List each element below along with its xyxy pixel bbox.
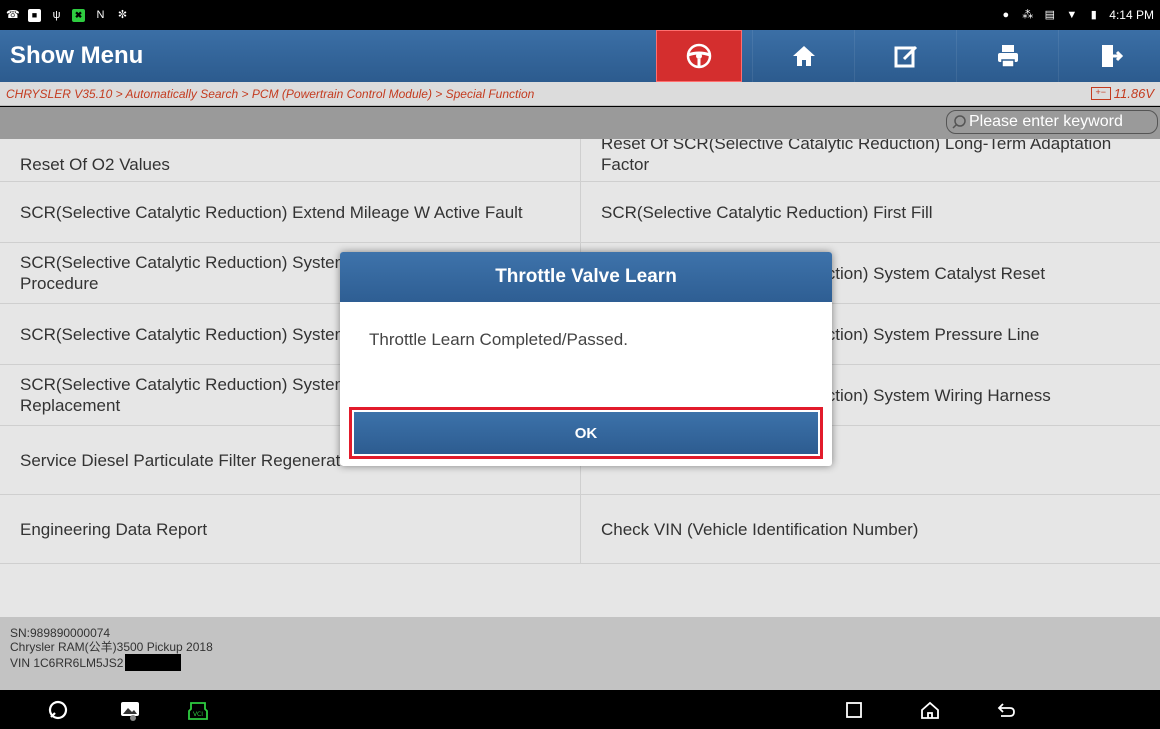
function-item[interactable]: Check VIN (Vehicle Identification Number…: [580, 495, 1160, 563]
edit-report-button[interactable]: [854, 30, 956, 82]
gallery-icon: ■: [28, 8, 41, 22]
vin-number: VIN 1C6RR6LM5JS2: [10, 655, 124, 670]
breadcrumb-path: CHRYSLER V35.10 > Automatically Search >…: [6, 86, 535, 101]
status-time: 4:14 PM: [1109, 8, 1154, 22]
exit-button[interactable]: [1058, 30, 1160, 82]
search-placeholder: Please enter keyword: [969, 113, 1123, 130]
print-button[interactable]: [956, 30, 1058, 82]
edit-report-icon: [894, 45, 917, 68]
settings-icon: ✼: [117, 8, 128, 21]
vin-row: VIN 1C6RR6LM5JS2: [10, 654, 1160, 671]
search-input[interactable]: Please enter keyword: [946, 110, 1158, 134]
browser-icon: [48, 700, 68, 720]
recents-icon: [846, 702, 862, 718]
home-icon: [792, 46, 815, 66]
vibrate-icon: ▤: [1044, 8, 1055, 21]
vci-icon: VCI: [188, 702, 208, 720]
navigation-bar: VCI: [0, 690, 1160, 729]
usb-icon: ψ: [52, 8, 61, 21]
status-left-icons: ☎ ■ ψ ✖ N ✼: [6, 8, 129, 22]
ok-button[interactable]: OK: [354, 412, 818, 454]
vci-button[interactable]: VCI: [186, 699, 210, 721]
nfc-icon: N: [96, 8, 105, 21]
status-bar: ☎ ■ ψ ✖ N ✼ ● ⁂ ▤ ▼ ▮ 4:14 PM: [0, 0, 1160, 30]
status-right-icons: ● ⁂ ▤ ▼ ▮ 4:14 PM: [999, 8, 1154, 22]
function-item[interactable]: SCR(Selective Catalytic Reduction) Exten…: [0, 182, 580, 242]
browser-button[interactable]: [46, 699, 70, 721]
table-row: Engineering Data Report Check VIN (Vehic…: [0, 495, 1160, 564]
page-title: Show Menu: [10, 42, 144, 69]
throttle-learn-dialog: Throttle Valve Learn Throttle Learn Comp…: [340, 252, 832, 466]
excel-icon: ✖: [72, 8, 85, 22]
exit-icon: [1101, 45, 1123, 67]
table-row: SCR(Selective Catalytic Reduction) Exten…: [0, 182, 1160, 243]
location-icon: ●: [1002, 8, 1010, 21]
vci-label: VCI: [193, 711, 203, 718]
print-icon: [997, 45, 1018, 68]
breadcrumb: CHRYSLER V35.10 > Automatically Search >…: [0, 82, 1160, 106]
car-battery-icon: +−: [1090, 87, 1111, 100]
ok-button-highlight: OK: [349, 407, 823, 459]
serial-number: SN:989890000074: [10, 626, 111, 640]
search-icon: [952, 115, 966, 129]
dialog-title: Throttle Valve Learn: [340, 252, 832, 302]
bluetooth-icon: ⁂: [1022, 8, 1034, 21]
home-nav-button[interactable]: [918, 699, 942, 721]
vehicle-info: SN:989890000074 Chrysler RAM(公羊)3500 Pic…: [0, 617, 1160, 690]
voltage-value: 11.86V: [1113, 86, 1154, 101]
steering-wheel-icon: [686, 43, 712, 69]
toolbar: [656, 30, 1160, 82]
home-icon: [921, 701, 939, 719]
function-item[interactable]: SCR(Selective Catalytic Reduction) First…: [580, 182, 1160, 242]
app-header: Show Menu: [0, 30, 1160, 82]
function-item[interactable]: Engineering Data Report: [0, 495, 580, 563]
home-button[interactable]: [752, 30, 854, 82]
vehicle-model: Chrysler RAM(公羊)3500 Pickup 2018: [10, 640, 213, 654]
steering-wheel-button[interactable]: [656, 30, 742, 82]
vin-redaction: [125, 654, 182, 671]
gallery-icon: [121, 702, 139, 721]
back-icon: [997, 703, 1015, 717]
gallery-button[interactable]: [118, 699, 142, 721]
whatsapp-icon: ☎: [6, 8, 20, 21]
wifi-icon: ▼: [1066, 8, 1078, 21]
battery-icon: ▮: [1090, 8, 1097, 21]
back-button[interactable]: [994, 699, 1018, 721]
dialog-message: Throttle Learn Completed/Passed.: [369, 330, 628, 349]
recents-button[interactable]: [842, 699, 866, 721]
battery-voltage: +− 11.86V: [1090, 86, 1154, 101]
